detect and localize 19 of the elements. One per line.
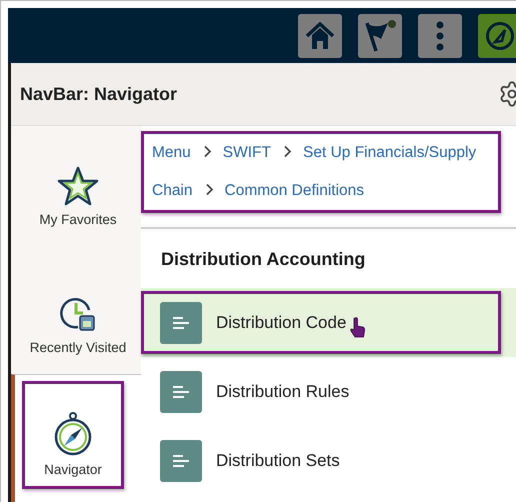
sidebar-item[interactable]: Navigator bbox=[22, 381, 124, 489]
breadcrumb-link[interactable]: Common Definitions bbox=[224, 182, 364, 199]
folder-title: Distribution Accounting bbox=[161, 249, 366, 270]
sidebar-label: My Favorites bbox=[39, 212, 117, 227]
sidebar-item[interactable]: My Favorites bbox=[39, 166, 117, 227]
breadcrumb-link[interactable]: SWIFT bbox=[222, 144, 271, 161]
breadcrumb-link[interactable]: Menu bbox=[152, 144, 191, 161]
breadcrumb-link[interactable]: Chain bbox=[152, 182, 192, 199]
sidebar-label: Recently Visited bbox=[30, 340, 126, 355]
menu-item-label: Distribution Code bbox=[216, 312, 346, 332]
menu-item[interactable]: Distribution Code bbox=[141, 291, 501, 354]
panel-title: NavBar: Navigator bbox=[20, 84, 178, 104]
sidebar-label: Navigator bbox=[44, 462, 102, 477]
menu-item[interactable]: Distribution Sets bbox=[141, 429, 501, 492]
breadcrumb-link[interactable]: Set Up Financials/Supply bbox=[303, 144, 476, 161]
menu-item-label: Distribution Rules bbox=[216, 382, 350, 402]
sidebar-item[interactable]: Recently Visited bbox=[30, 296, 126, 355]
menu-item-label: Distribution Sets bbox=[216, 450, 340, 470]
menu-item[interactable]: Distribution Rules bbox=[141, 360, 501, 423]
